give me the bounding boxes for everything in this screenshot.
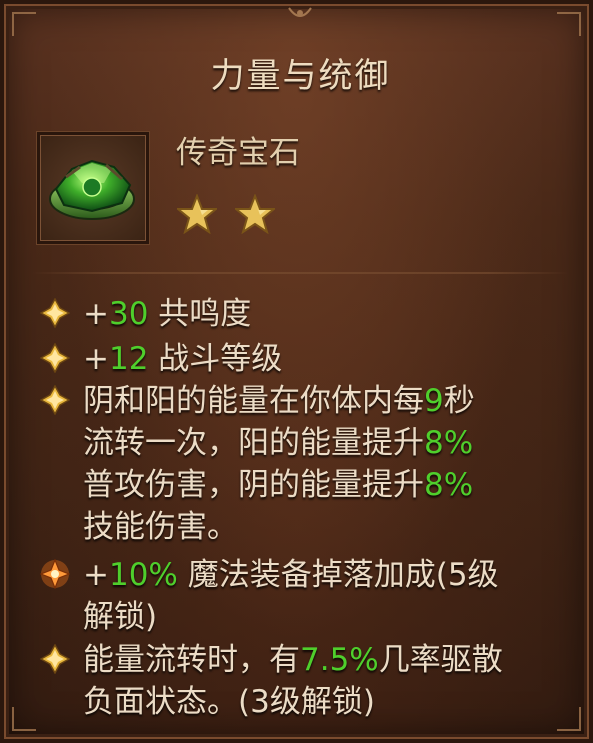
highlight-value: 30 xyxy=(108,296,149,332)
attribute-row: 阴和阳的能量在你体内每9秒 流转一次，阳的能量提升8% 普攻伤害，阴的能量提升8% 技… xyxy=(4,380,593,548)
text-segment: 技能伤害。 xyxy=(83,509,238,545)
text-segment: 秒 xyxy=(443,383,475,419)
text-segment: 阴和阳的能量在你体内每 xyxy=(83,383,424,419)
attribute-row: +12 战斗等级 xyxy=(4,338,593,380)
attribute-line: 阴和阳的能量在你体内每9秒 xyxy=(83,380,583,422)
highlight-value: 7.5% xyxy=(300,642,379,678)
attribute-row: 能量流转时，有7.5%几率驱散 负面状态。(3级解锁) xyxy=(4,639,593,723)
bullet xyxy=(39,342,71,374)
attribute-line: 负面状态。(3级解锁) xyxy=(83,681,583,723)
highlight-value: 10% xyxy=(108,557,178,593)
text-segment: 解锁) xyxy=(83,599,158,635)
star-icon xyxy=(235,194,276,234)
star-rating xyxy=(177,194,288,238)
text-segment: 几率驱散 xyxy=(378,642,503,678)
attribute-line: 技能伤害。 xyxy=(83,506,583,548)
text-segment: 能量流转时，有 xyxy=(83,642,300,678)
text-segment: + xyxy=(83,341,109,377)
item-icon-frame[interactable] xyxy=(37,132,149,244)
green-gem-ring-icon xyxy=(49,159,135,220)
section-divider xyxy=(32,272,569,274)
attribute-line: +10% 魔法装备掉落加成(5级 xyxy=(83,554,583,596)
bullet xyxy=(39,297,71,329)
attribute-text: +30 共鸣度 xyxy=(83,293,583,335)
text-segment: 共鸣度 xyxy=(148,296,252,332)
star-icon xyxy=(177,194,217,234)
attribute-line: 普攻伤害，阴的能量提升8% xyxy=(83,464,583,506)
text-segment: 普攻伤害，阴的能量提升 xyxy=(83,467,424,503)
gold-diamond-icon xyxy=(39,297,71,329)
text-segment: 战斗等级 xyxy=(148,341,283,377)
item-title: 力量与统御 xyxy=(210,56,391,96)
attribute-text: 阴和阳的能量在你体内每9秒 流转一次，阳的能量提升8% 普攻伤害，阴的能量提升8% 技… xyxy=(83,380,583,548)
attribute-text: +10% 魔法装备掉落加成(5级 解锁) xyxy=(83,554,583,638)
attribute-line: 流转一次，阳的能量提升8% xyxy=(83,422,583,464)
attribute-line: 能量流转时，有7.5%几率驱散 xyxy=(83,639,583,681)
attribute-line: +30 共鸣度 xyxy=(83,293,583,335)
glowing-star-icon xyxy=(39,558,71,590)
bullet xyxy=(39,558,71,590)
gold-diamond-icon xyxy=(39,384,71,416)
bullet xyxy=(39,643,71,675)
item-type-label: 传奇宝石 xyxy=(176,135,300,171)
gold-diamond-icon xyxy=(39,643,71,675)
text-segment: 流转一次，阳的能量提升 xyxy=(83,425,424,461)
corner-ornament xyxy=(557,12,581,36)
text-segment: + xyxy=(83,296,109,332)
attribute-text: +12 战斗等级 xyxy=(83,338,583,380)
gold-diamond-icon xyxy=(39,342,71,374)
text-segment: 负面状态。(3级解锁) xyxy=(83,684,375,720)
tooltip-panel: 力量与统御 传奇宝石 +30 共鸣度 +12 战斗等级 阴和阳的能量在你体内每9… xyxy=(0,0,593,743)
corner-ornament xyxy=(12,12,36,36)
highlight-value: 8% xyxy=(424,467,474,503)
highlight-value: 9 xyxy=(424,383,444,419)
attribute-line: +12 战斗等级 xyxy=(83,338,583,380)
text-segment: + xyxy=(83,557,109,593)
attribute-line: 解锁) xyxy=(83,596,583,638)
bullet xyxy=(39,384,71,416)
attribute-text: 能量流转时，有7.5%几率驱散 负面状态。(3级解锁) xyxy=(83,639,583,723)
attribute-row: +10% 魔法装备掉落加成(5级 解锁) xyxy=(4,554,593,638)
highlight-value: 8% xyxy=(424,425,474,461)
highlight-value: 12 xyxy=(108,341,149,377)
attribute-row: +30 共鸣度 xyxy=(4,293,593,335)
text-segment: 魔法装备掉落加成(5级 xyxy=(177,557,499,593)
top-ornament-icon xyxy=(288,7,312,17)
